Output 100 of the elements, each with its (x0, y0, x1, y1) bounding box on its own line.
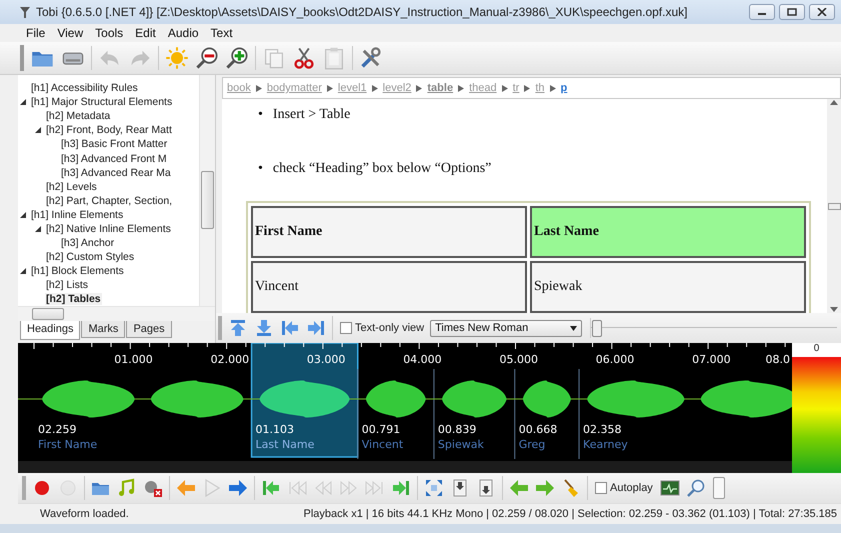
text-only-checkbox[interactable]: Text-only view (340, 322, 424, 334)
close-icon (817, 8, 827, 16)
tree-item[interactable]: [h3] Anchor (60, 237, 116, 250)
tree-item[interactable]: [h2] Tables (45, 293, 102, 306)
list-item: Insert > Table (272, 106, 350, 124)
caret-icon (570, 326, 578, 330)
arrow-right-icon[interactable] (228, 478, 248, 498)
time-label: 08.0 (766, 353, 790, 366)
zoom-in-icon[interactable] (225, 46, 249, 70)
zoom-out-icon[interactable] (195, 46, 219, 70)
table-header-cell[interactable]: First Name (251, 206, 527, 258)
slider-thumb[interactable] (592, 320, 602, 337)
arrow-top-icon[interactable] (228, 318, 248, 338)
duration-label: 00.791 (362, 423, 400, 436)
menu-item[interactable]: Text (204, 26, 239, 40)
previous-icon[interactable] (280, 318, 300, 338)
tree-item[interactable]: [h2] Custom Styles (45, 251, 136, 264)
expander-icon[interactable] (33, 224, 43, 234)
vertical-scrollbar[interactable] (199, 75, 215, 306)
arrow-left-icon[interactable] (509, 478, 529, 498)
tree-item[interactable]: [h3] Advanced Front M (60, 152, 168, 165)
segment-label[interactable]: Kearney (583, 438, 628, 451)
table-header-cell[interactable]: Last Name (530, 206, 806, 258)
bullet: • (258, 106, 263, 124)
font-dropdown[interactable]: Times New Roman (430, 320, 582, 336)
time-label: 03.000 (306, 353, 346, 366)
panel-tab[interactable]: Pages (126, 321, 172, 338)
breadcrumb-link[interactable]: table (427, 82, 454, 94)
search-icon[interactable] (686, 478, 706, 498)
tree-item[interactable]: [h3] Basic Front Matter (60, 138, 168, 150)
zoom-slider[interactable] (590, 318, 837, 338)
time-label: 06.000 (596, 353, 634, 366)
duration-label: 02.259 (38, 423, 76, 436)
segment-label[interactable]: Vincent (362, 438, 404, 451)
scissors-icon[interactable] (292, 46, 316, 70)
separator-icon (416, 84, 422, 92)
time-label: 02.000 (210, 353, 250, 366)
horizontal-scrollbar[interactable] (18, 306, 215, 321)
duration-label: 01.103 (256, 423, 294, 436)
time-label: 05.000 (500, 353, 538, 366)
window-title: Tobi {0.6.5.0 [.NET 4]} [Z:\Desktop\Assets\DAISY_books\Odt2DAISY_Instruction_Manual-z3986\_XUK\speechgen.opf.xuk] (36, 5, 688, 19)
duration-label: 00.839 (438, 423, 476, 436)
time-label: 04.000 (403, 353, 442, 366)
tree-item[interactable]: [h3] Advanced Rear Ma (60, 166, 172, 179)
segment-label[interactable]: First Name (38, 438, 98, 451)
waveform-panel[interactable]: 02.259 First Name 01.103 Last Name 00.791 Vincent 00.839 Spiewak 00.668 Greg 02.358 Kearney 01.000 02.000 03.000 04.000 05.000 06.000 07.000 08.0 (18, 343, 792, 473)
menu-item[interactable]: Edit (129, 26, 162, 40)
arrow-left-icon[interactable] (176, 478, 196, 498)
tree-item[interactable]: [h2] Front, Body, Rear Matt (45, 124, 173, 136)
panel-tab[interactable]: Marks (81, 321, 126, 338)
menu-item[interactable]: Audio (162, 26, 205, 40)
separator-icon (524, 84, 530, 92)
expander-icon[interactable] (18, 210, 28, 220)
horizontal-scrollbar[interactable] (18, 461, 792, 473)
meter-label: 0 (814, 343, 820, 356)
bullet: • (258, 160, 263, 178)
tree-item[interactable]: [h1] Major Structural Elements (30, 96, 174, 108)
tree-item[interactable]: [h1] Accessibility Rules (30, 82, 139, 94)
close-button[interactable] (809, 4, 835, 20)
menu-item[interactable]: View (51, 26, 90, 40)
breadcrumb-link[interactable]: p (560, 82, 568, 94)
menu-item[interactable]: Tools (89, 26, 130, 40)
tree-item[interactable]: [h1] Inline Elements (30, 208, 124, 221)
tree-item[interactable]: [h2] Lists (45, 279, 90, 292)
maximize-button[interactable] (779, 4, 805, 20)
segment-label[interactable]: Spiewak (438, 438, 484, 451)
tree-item[interactable]: [h2] Native Inline Elements (45, 222, 172, 235)
record-icon[interactable] (32, 478, 52, 498)
status-info: Playback x1 | 16 bits 44.1 KHz Mono | 02.259 / 08.020 | Selection: 02.259 - 03.362 (01.103) | Total: 27:35.185 (304, 508, 837, 520)
panel-tab[interactable]: Headings (20, 321, 80, 340)
meter-icon[interactable] (660, 478, 680, 498)
panel-handle[interactable] (712, 477, 725, 499)
delete-icon[interactable] (143, 478, 163, 498)
expander-icon[interactable] (33, 125, 43, 136)
menu-item[interactable]: File (20, 26, 52, 40)
status-message: Waveform loaded. (40, 508, 129, 520)
arrow-bottom-icon[interactable] (254, 318, 274, 338)
segment-label[interactable]: Greg (518, 438, 546, 451)
segment-label[interactable]: Last Name (256, 438, 314, 451)
next-icon[interactable] (306, 318, 326, 338)
tree-item[interactable]: [h2] Part, Chapter, Section, (45, 194, 174, 207)
tree-item[interactable]: [h2] Metadata (45, 110, 112, 122)
separator-icon (326, 84, 333, 92)
table-cell: Spiewak (530, 261, 806, 313)
autoplay-checkbox[interactable]: Autoplay (595, 482, 653, 494)
separator-icon (372, 84, 378, 92)
arrow-right-icon[interactable] (535, 478, 555, 498)
tree-item[interactable]: [h1] Block Elements (30, 265, 125, 278)
expander-icon[interactable] (18, 97, 28, 108)
expander-icon[interactable] (18, 266, 28, 276)
vertical-scrollbar[interactable] (827, 99, 841, 313)
music-note-icon[interactable] (117, 478, 137, 498)
skip-start-icon[interactable] (261, 478, 281, 498)
skip-end-icon[interactable] (391, 478, 411, 498)
separator-icon (502, 84, 508, 92)
separator-icon (458, 84, 464, 92)
tools-icon[interactable] (359, 46, 383, 70)
minimize-button[interactable] (749, 4, 775, 20)
expand-icon[interactable] (424, 478, 444, 498)
tree-item[interactable]: [h2] Levels (45, 180, 98, 193)
